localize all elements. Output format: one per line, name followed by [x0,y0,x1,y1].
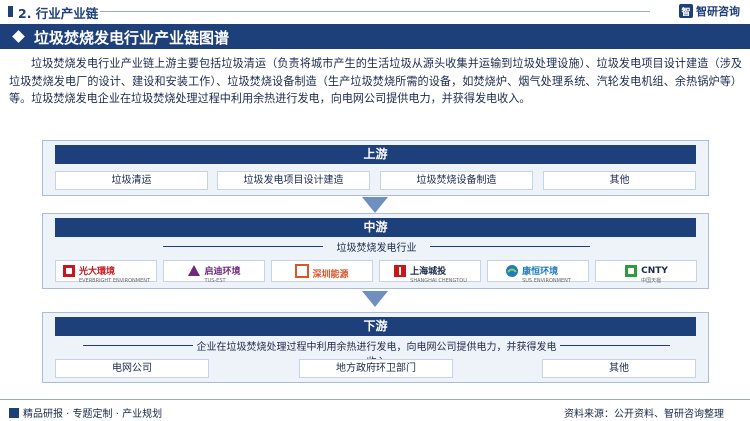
company-logo-tus-est: 启迪环境 TUS-EST [163,260,265,284]
midstream-banner: 中游 [55,218,696,237]
company-name: CNTY [641,266,668,276]
downstream-item: 其他 [542,359,696,378]
company-sub: EVERBRIGHT ENVIRONMENT [78,277,151,284]
company-name: 启迪环境 [204,266,241,277]
upstream-banner: 上游 [55,145,696,164]
shenzhen-energy-logo-icon [295,264,310,278]
upstream-item: 垃圾焚烧设备制造 [380,171,533,190]
company-sub: TUS-EST [204,277,226,284]
company-name: 上海城投 [410,266,447,277]
top-bar: 2. 行业产业链 智 智研咨询 [0,0,750,22]
footer-tagline-wrap: 精品研报 · 专题定制 · 产业规划 [9,405,162,420]
company-sub: SHANGHAI CHENGTOU [410,277,467,284]
subhead-line-right [430,246,590,247]
upstream-item: 垃圾发电项目设计建造 [217,171,370,190]
downstream-banner: 下游 [55,317,696,336]
section-title: 2. 行业产业链 [18,6,99,21]
intro-paragraph: 垃圾焚烧发电行业产业链上游主要包括垃圾清运（负责将城市产生的生活垃圾从源头收集并… [9,57,742,106]
subhead-line-left [163,246,323,247]
downstream-item: 地方政府环卫部门 [299,359,453,378]
midstream-panel: 中游 垃圾焚烧发电行业 光大環境 EVERBRIGHT ENVIRONMENT 启… [42,213,709,289]
shanghai-chengtou-logo-icon [394,265,407,277]
top-divider [100,11,650,12]
brand-name: 智研咨询 [696,5,740,18]
company-logo-sus-env: 康恒环境 SUS ENVIRONMENT [487,260,589,284]
company-logo-shenzhen-energy: 深圳能源 [271,260,373,282]
downstream-item: 电网公司 [55,359,209,378]
footer: 精品研报 · 专题定制 · 产业规划 资料来源：公开资料、智研咨询整理 [0,399,750,421]
company-logo-cnty: CNTY 中国天楹 [595,260,697,284]
subhead-line-right [560,345,670,346]
page-title: 垃圾焚烧发电行业产业链图谱 [34,29,230,47]
upstream-item: 垃圾清运 [55,171,208,190]
source-note: 资料来源：公开资料、智研咨询整理 [564,409,724,420]
book-icon [9,407,19,418]
brand: 智 智研咨询 [679,3,740,19]
company-name: 光大環境 [78,266,115,277]
midstream-subhead: 垃圾焚烧发电行业 [336,243,417,254]
company-name: 康恒环境 [522,266,559,277]
footer-tagline: 精品研报 · 专题定制 · 产业规划 [23,409,163,420]
company-logo-everbright: 光大環境 EVERBRIGHT ENVIRONMENT [55,260,157,284]
company-name: 深圳能源 [312,269,349,280]
company-sub: 中国天楹 [641,278,662,284]
down-arrow-icon [362,197,388,213]
upstream-panel: 上游 垃圾清运 垃圾发电项目设计建造 垃圾焚烧设备制造 其他 [42,140,709,196]
down-arrow-icon [362,291,388,307]
title-bar: 垃圾焚烧发电行业产业链图谱 [0,24,750,49]
subhead-line-left [83,345,193,346]
brand-logo-icon: 智 [679,4,693,18]
company-logo-shanghai-chengtou: 上海城投 SHANGHAI CHENGTOU [379,260,481,284]
downstream-panel: 下游 企业在垃圾焚烧处理过程中利用余热进行发电，向电网公司提供电力，并获得发电收… [42,312,709,383]
tus-est-logo-icon [188,265,201,276]
cnty-logo-icon [625,265,638,277]
section-marker [8,6,13,17]
diamond-icon [12,30,25,43]
upstream-item: 其他 [543,171,696,190]
company-sub: SUS ENVIRONMENT [522,277,571,284]
everbright-logo-icon [62,265,75,277]
sus-env-logo-icon [506,265,519,277]
